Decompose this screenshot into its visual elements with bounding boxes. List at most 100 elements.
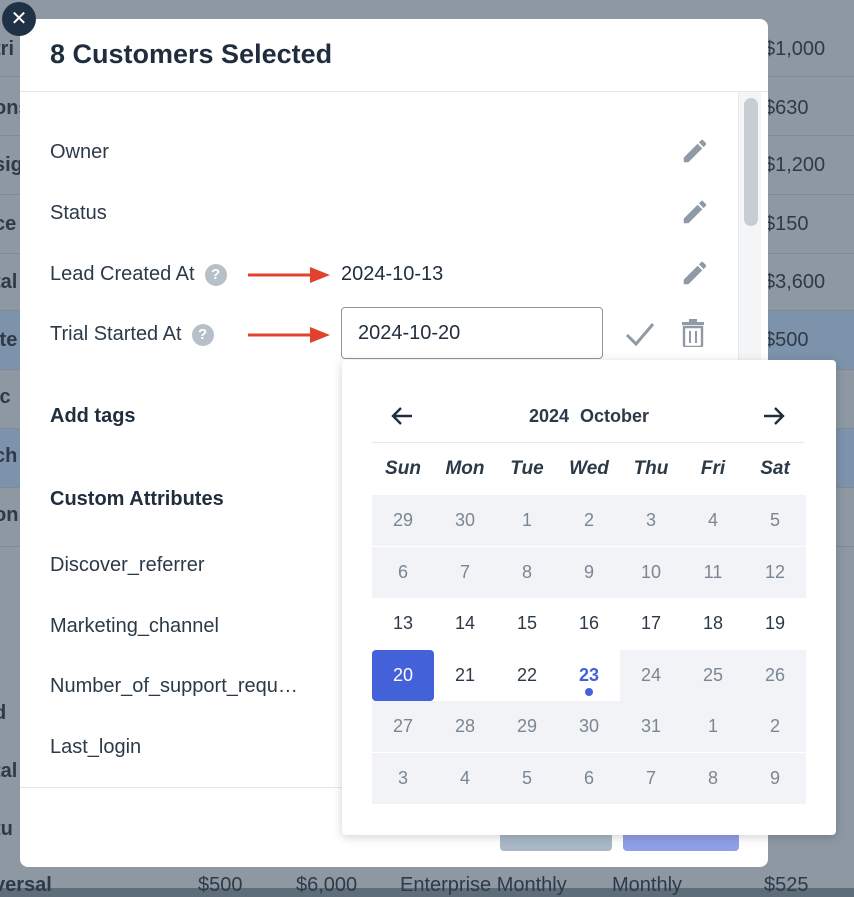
calendar-month[interactable]: October bbox=[580, 406, 649, 426]
calendar-day[interactable]: 28 bbox=[434, 701, 496, 752]
customer-name: ic bbox=[0, 386, 11, 408]
calendar-day[interactable]: 3 bbox=[620, 495, 682, 546]
calendar-day[interactable]: 16 bbox=[558, 598, 620, 649]
add-tags-label[interactable]: Add tags bbox=[50, 405, 136, 428]
today-indicator bbox=[585, 687, 593, 696]
calendar-day[interactable]: 29 bbox=[372, 495, 434, 546]
customer-name: tal bbox=[0, 760, 18, 782]
customer-name: ite bbox=[0, 329, 18, 351]
calendar-day[interactable]: 4 bbox=[682, 495, 744, 546]
help-icon[interactable]: ? bbox=[191, 324, 214, 346]
calendar-day[interactable]: 18 bbox=[682, 598, 744, 649]
calendar-day[interactable]: 19 bbox=[744, 598, 806, 649]
calendar-day[interactable]: 7 bbox=[434, 546, 496, 598]
calendar-day[interactable]: 1 bbox=[496, 495, 558, 546]
calendar-day[interactable]: 6 bbox=[372, 546, 434, 598]
calendar-day[interactable]: 6 bbox=[558, 752, 620, 804]
weekday-label: Sat bbox=[760, 458, 790, 479]
close-button[interactable]: ✕ bbox=[2, 2, 36, 36]
calendar-day[interactable]: 14 bbox=[434, 598, 496, 649]
calendar-day[interactable]: 20 bbox=[372, 649, 434, 701]
customer-name: tal bbox=[0, 271, 18, 293]
arrow-right-icon[interactable] bbox=[762, 406, 786, 426]
weekday-label: Wed bbox=[569, 458, 609, 479]
lead-created-at-value: 2024-10-13 bbox=[341, 263, 444, 285]
calendar-day[interactable]: 23 bbox=[558, 650, 620, 701]
calendar-day[interactable]: 5 bbox=[744, 495, 806, 546]
customer-name: tu bbox=[0, 818, 13, 840]
calendar-day[interactable]: 25 bbox=[682, 649, 744, 701]
calendar-year[interactable]: 2024 bbox=[529, 406, 569, 426]
red-arrow-icon bbox=[248, 267, 330, 283]
calendar-day[interactable]: 29 bbox=[496, 701, 558, 752]
calendar-day[interactable]: 7 bbox=[620, 752, 682, 804]
custom-attributes-heading: Custom Attributes bbox=[50, 488, 224, 510]
table-cell: $500 bbox=[198, 874, 243, 896]
help-icon[interactable]: ? bbox=[204, 264, 227, 286]
calendar-day[interactable]: 15 bbox=[496, 598, 558, 649]
weekday-label: Tue bbox=[510, 458, 544, 479]
calendar-day[interactable]: 31 bbox=[620, 701, 682, 752]
divider bbox=[372, 442, 804, 443]
status-label: Status bbox=[50, 202, 107, 224]
calendar-day[interactable]: 21 bbox=[434, 650, 496, 701]
calendar-day[interactable]: 5 bbox=[496, 752, 558, 804]
owner-label: Owner bbox=[50, 141, 109, 163]
customer-price: $3,600 bbox=[764, 271, 826, 293]
weekday-label: Fri bbox=[700, 458, 726, 479]
customer-name: ce bbox=[0, 213, 17, 235]
red-arrow-icon bbox=[248, 327, 330, 343]
customer-name: on bbox=[0, 504, 19, 526]
divider bbox=[20, 91, 768, 92]
custom-attribute-label: Number_of_support_requ… bbox=[50, 675, 298, 697]
calendar-day[interactable]: 30 bbox=[558, 701, 620, 752]
calendar-day[interactable]: 13 bbox=[372, 598, 434, 649]
calendar-day[interactable]: 11 bbox=[682, 546, 744, 598]
check-icon[interactable] bbox=[624, 319, 656, 349]
customer-price: $150 bbox=[764, 213, 809, 235]
customer-price: $1,200 bbox=[764, 154, 826, 176]
calendar-day[interactable]: 8 bbox=[682, 752, 744, 804]
customer-price: $630 bbox=[764, 97, 809, 119]
trial-started-at-input[interactable] bbox=[341, 307, 603, 359]
table-cell: $525 bbox=[764, 874, 809, 896]
lead-created-at-label: Lead Created At? bbox=[50, 263, 227, 286]
calendar-day[interactable]: 3 bbox=[372, 752, 434, 804]
scroll-thumb[interactable] bbox=[744, 98, 758, 226]
calendar-day[interactable]: 17 bbox=[620, 598, 682, 649]
weekday-label: Mon bbox=[445, 458, 485, 479]
custom-attribute-label: Discover_referrer bbox=[50, 554, 205, 576]
edit-pencil-icon[interactable] bbox=[680, 258, 710, 288]
trash-icon[interactable] bbox=[682, 319, 704, 347]
custom-attribute-label: Last_login bbox=[50, 736, 142, 758]
trial-started-at-label: Trial Started At? bbox=[50, 323, 214, 346]
calendar-day[interactable]: 9 bbox=[558, 546, 620, 598]
calendar-day[interactable]: 30 bbox=[434, 495, 496, 546]
edit-pencil-icon[interactable] bbox=[680, 136, 710, 166]
calendar-day[interactable]: 4 bbox=[434, 752, 496, 804]
custom-attribute-label: Marketing_channel bbox=[50, 615, 219, 637]
calendar-day[interactable]: 10 bbox=[620, 546, 682, 598]
calendar-day[interactable]: 22 bbox=[496, 650, 558, 701]
calendar-day[interactable]: 24 bbox=[620, 649, 682, 701]
calendar-day[interactable]: 26 bbox=[744, 649, 806, 701]
table-cell: Enterprise Monthly bbox=[400, 874, 567, 896]
customer-name: versal bbox=[0, 874, 52, 896]
calendar-day[interactable]: 1 bbox=[682, 701, 744, 752]
edit-pencil-icon[interactable] bbox=[680, 197, 710, 227]
trial-started-at-text: Trial Started At bbox=[50, 323, 182, 345]
calendar-day[interactable]: 12 bbox=[744, 546, 806, 598]
table-cell: Monthly bbox=[612, 874, 683, 896]
calendar-day[interactable]: 2 bbox=[558, 495, 620, 546]
customer-name: ch bbox=[0, 445, 18, 467]
customer-name: tri bbox=[0, 38, 14, 60]
customer-price: $1,000 bbox=[764, 38, 826, 60]
calendar-day[interactable]: 8 bbox=[496, 546, 558, 598]
calendar-day[interactable]: 9 bbox=[744, 752, 806, 804]
customer-price: $500 bbox=[764, 329, 809, 351]
calendar-day[interactable]: 2 bbox=[744, 701, 806, 752]
modal-title: 8 Customers Selected bbox=[50, 39, 333, 69]
calendar-day[interactable]: 27 bbox=[372, 701, 434, 752]
weekday-label: Sun bbox=[385, 458, 421, 479]
weekday-label: Thu bbox=[633, 458, 669, 479]
